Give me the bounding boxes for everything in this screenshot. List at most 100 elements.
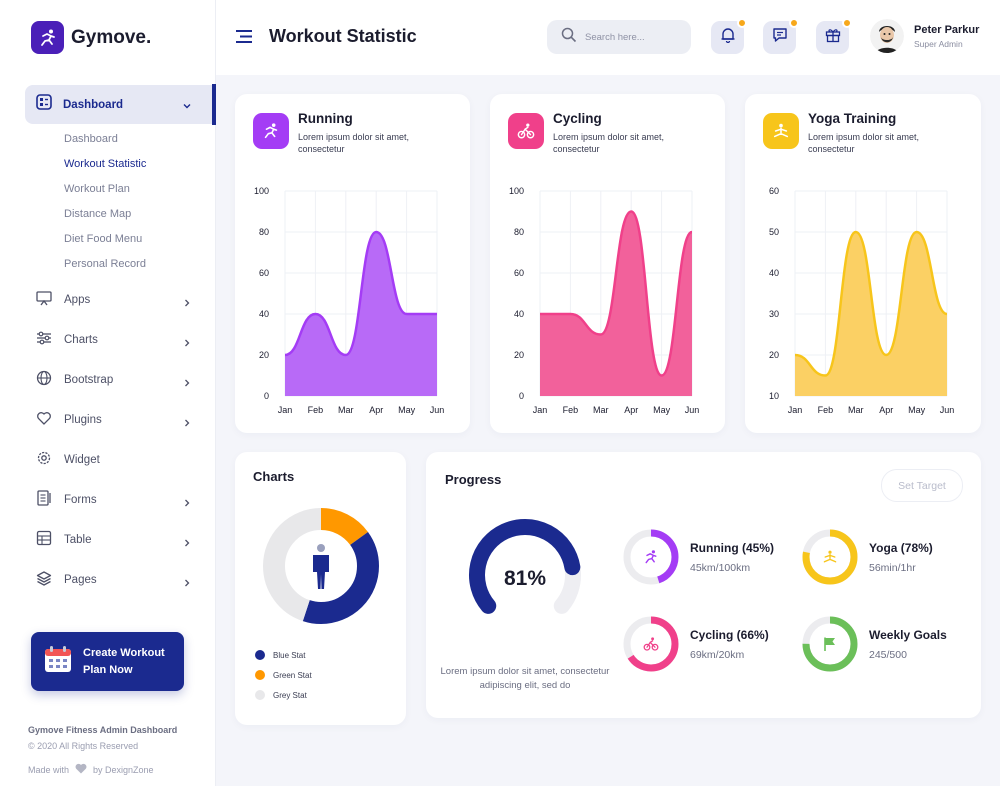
notification-badge bbox=[789, 18, 799, 28]
chevron-right-icon bbox=[182, 575, 192, 593]
overall-progress-value: 81% bbox=[503, 567, 547, 590]
sub-item-workout-plan[interactable]: Workout Plan bbox=[64, 183, 130, 195]
sidebar-item-bootstrap[interactable]: Bootstrap bbox=[36, 370, 196, 390]
footer-credits: Made with by DexignZone bbox=[28, 763, 154, 776]
sidebar-item-table[interactable]: Table bbox=[36, 530, 196, 550]
chevron-right-icon bbox=[182, 295, 192, 313]
create-workout-plan-button[interactable]: Create Workout Plan Now bbox=[31, 632, 184, 691]
footer-copyright: © 2020 All Rights Reserved bbox=[28, 741, 139, 751]
chevron-right-icon bbox=[182, 535, 192, 553]
cycling-area-chart: 0 20 40 60 80 100 Jan Feb Mar Apr May Jun bbox=[509, 186, 699, 415]
sub-item-distance-map[interactable]: Distance Map bbox=[64, 208, 131, 220]
y-tick-label: 40 bbox=[769, 268, 779, 278]
sidebar-item-widget[interactable]: Widget bbox=[36, 450, 196, 470]
notification-badge bbox=[737, 18, 747, 28]
messages-button[interactable] bbox=[763, 18, 799, 54]
cta-label: Create Workout Plan Now bbox=[83, 646, 165, 676]
stat-card-yoga: Yoga Training Lorem ipsum dolor sit amet… bbox=[745, 94, 981, 433]
sidebar-item-label: Widget bbox=[64, 454, 100, 466]
chevron-right-icon bbox=[182, 495, 192, 513]
y-tick-label: 30 bbox=[769, 309, 779, 319]
y-tick-label: 20 bbox=[259, 350, 269, 360]
page-title: Workout Statistic bbox=[269, 26, 417, 46]
gifts-button[interactable] bbox=[816, 18, 852, 54]
yoga-area-chart: 10 20 30 40 50 60 Jan Feb Mar Apr May Jun bbox=[769, 186, 954, 415]
footer-title: Gymove Fitness Admin Dashboard bbox=[28, 725, 178, 735]
monitor-icon bbox=[36, 290, 52, 311]
sidebar-item-label: Dashboard bbox=[63, 98, 124, 111]
legend-label: Green Stat bbox=[273, 670, 312, 680]
chevron-right-icon bbox=[182, 415, 192, 433]
progress-label: Running (45%) bbox=[690, 541, 774, 555]
y-tick-label: 0 bbox=[264, 391, 269, 401]
y-tick-label: 60 bbox=[514, 268, 524, 278]
active-indicator bbox=[212, 84, 216, 125]
sidebar-item-plugins[interactable]: Plugins bbox=[36, 410, 196, 430]
top-header: Workout Statistic Peter Parkur Super Adm… bbox=[216, 0, 1000, 75]
heart-icon bbox=[75, 763, 87, 776]
sidebar-item-label: Apps bbox=[64, 294, 91, 306]
progress-label: Weekly Goals bbox=[869, 628, 947, 642]
hamburger-menu-icon[interactable] bbox=[236, 29, 252, 44]
sub-item-personal-record[interactable]: Personal Record bbox=[64, 258, 146, 270]
legend-item: Grey Stat bbox=[255, 690, 307, 700]
search-icon bbox=[561, 27, 577, 48]
x-tick-label: Jan bbox=[533, 405, 548, 415]
x-tick-label: Feb bbox=[818, 405, 834, 415]
y-tick-label: 100 bbox=[254, 186, 269, 196]
profile-name: Peter Parkur bbox=[914, 23, 980, 36]
heart-icon bbox=[36, 410, 52, 431]
form-icon bbox=[36, 489, 52, 511]
sidebar-item-apps[interactable]: Apps bbox=[36, 290, 196, 310]
chat-icon bbox=[772, 27, 788, 48]
chevron-down-icon bbox=[182, 98, 192, 116]
sidebar-item-dashboard[interactable]: Dashboard bbox=[25, 84, 216, 125]
notifications-button[interactable] bbox=[711, 18, 747, 54]
progress-label: Cycling (66%) bbox=[690, 628, 769, 642]
search-box bbox=[547, 20, 691, 54]
x-tick-label: Feb bbox=[308, 405, 324, 415]
x-tick-label: May bbox=[653, 405, 671, 415]
legend-item: Blue Stat bbox=[255, 650, 305, 660]
charts-card-title: Charts bbox=[253, 469, 295, 484]
y-tick-label: 60 bbox=[769, 186, 779, 196]
footer-made-with: Made with bbox=[28, 764, 70, 775]
x-tick-label: Jan bbox=[788, 405, 803, 415]
set-target-button[interactable]: Set Target bbox=[881, 469, 963, 502]
table-icon bbox=[36, 530, 52, 551]
charts-card: Charts Blue Stat Green Stat Grey Stat bbox=[235, 452, 406, 725]
gift-icon bbox=[825, 27, 841, 48]
yoga-icon bbox=[818, 545, 842, 569]
logo[interactable]: Gymove. bbox=[31, 21, 151, 54]
sub-item-workout-statistic[interactable]: Workout Statistic bbox=[64, 158, 146, 170]
y-tick-label: 0 bbox=[519, 391, 524, 401]
y-tick-label: 50 bbox=[769, 227, 779, 237]
sidebar: Gymove. Dashboard Dashboard Workout Stat… bbox=[0, 0, 216, 786]
sub-item-diet-food-menu[interactable]: Diet Food Menu bbox=[64, 233, 142, 245]
search-input[interactable] bbox=[585, 31, 685, 43]
x-tick-label: Mar bbox=[593, 405, 609, 415]
progress-card-title: Progress bbox=[445, 472, 502, 487]
chevron-right-icon bbox=[182, 375, 192, 393]
dashboard-icon bbox=[36, 94, 52, 115]
sub-item-dashboard[interactable]: Dashboard bbox=[64, 133, 118, 145]
gear-icon bbox=[36, 450, 52, 471]
user-profile[interactable]: Peter Parkur Super Admin bbox=[870, 19, 979, 53]
sidebar-item-label: Bootstrap bbox=[64, 374, 114, 386]
x-tick-label: May bbox=[908, 405, 926, 415]
sidebar-item-charts[interactable]: Charts bbox=[36, 330, 196, 350]
x-tick-label: Jun bbox=[430, 405, 445, 415]
legend-swatch bbox=[255, 670, 265, 680]
x-tick-label: Feb bbox=[563, 405, 579, 415]
progress-value: 56min/1hr bbox=[869, 562, 916, 574]
sidebar-item-label: Table bbox=[64, 534, 92, 546]
globe-icon bbox=[36, 370, 52, 391]
progress-item-cycling: Cycling (66%) 69km/20km bbox=[623, 616, 803, 672]
sidebar-item-pages[interactable]: Pages bbox=[36, 570, 196, 590]
area-fill bbox=[540, 211, 692, 396]
running-icon bbox=[639, 545, 663, 569]
sidebar-item-forms[interactable]: Forms bbox=[36, 489, 196, 513]
legend-item: Green Stat bbox=[255, 670, 312, 680]
running-area-chart: 0 20 40 60 80 100 Jan Feb Mar Apr May Jun bbox=[254, 186, 445, 415]
y-tick-label: 10 bbox=[769, 391, 779, 401]
